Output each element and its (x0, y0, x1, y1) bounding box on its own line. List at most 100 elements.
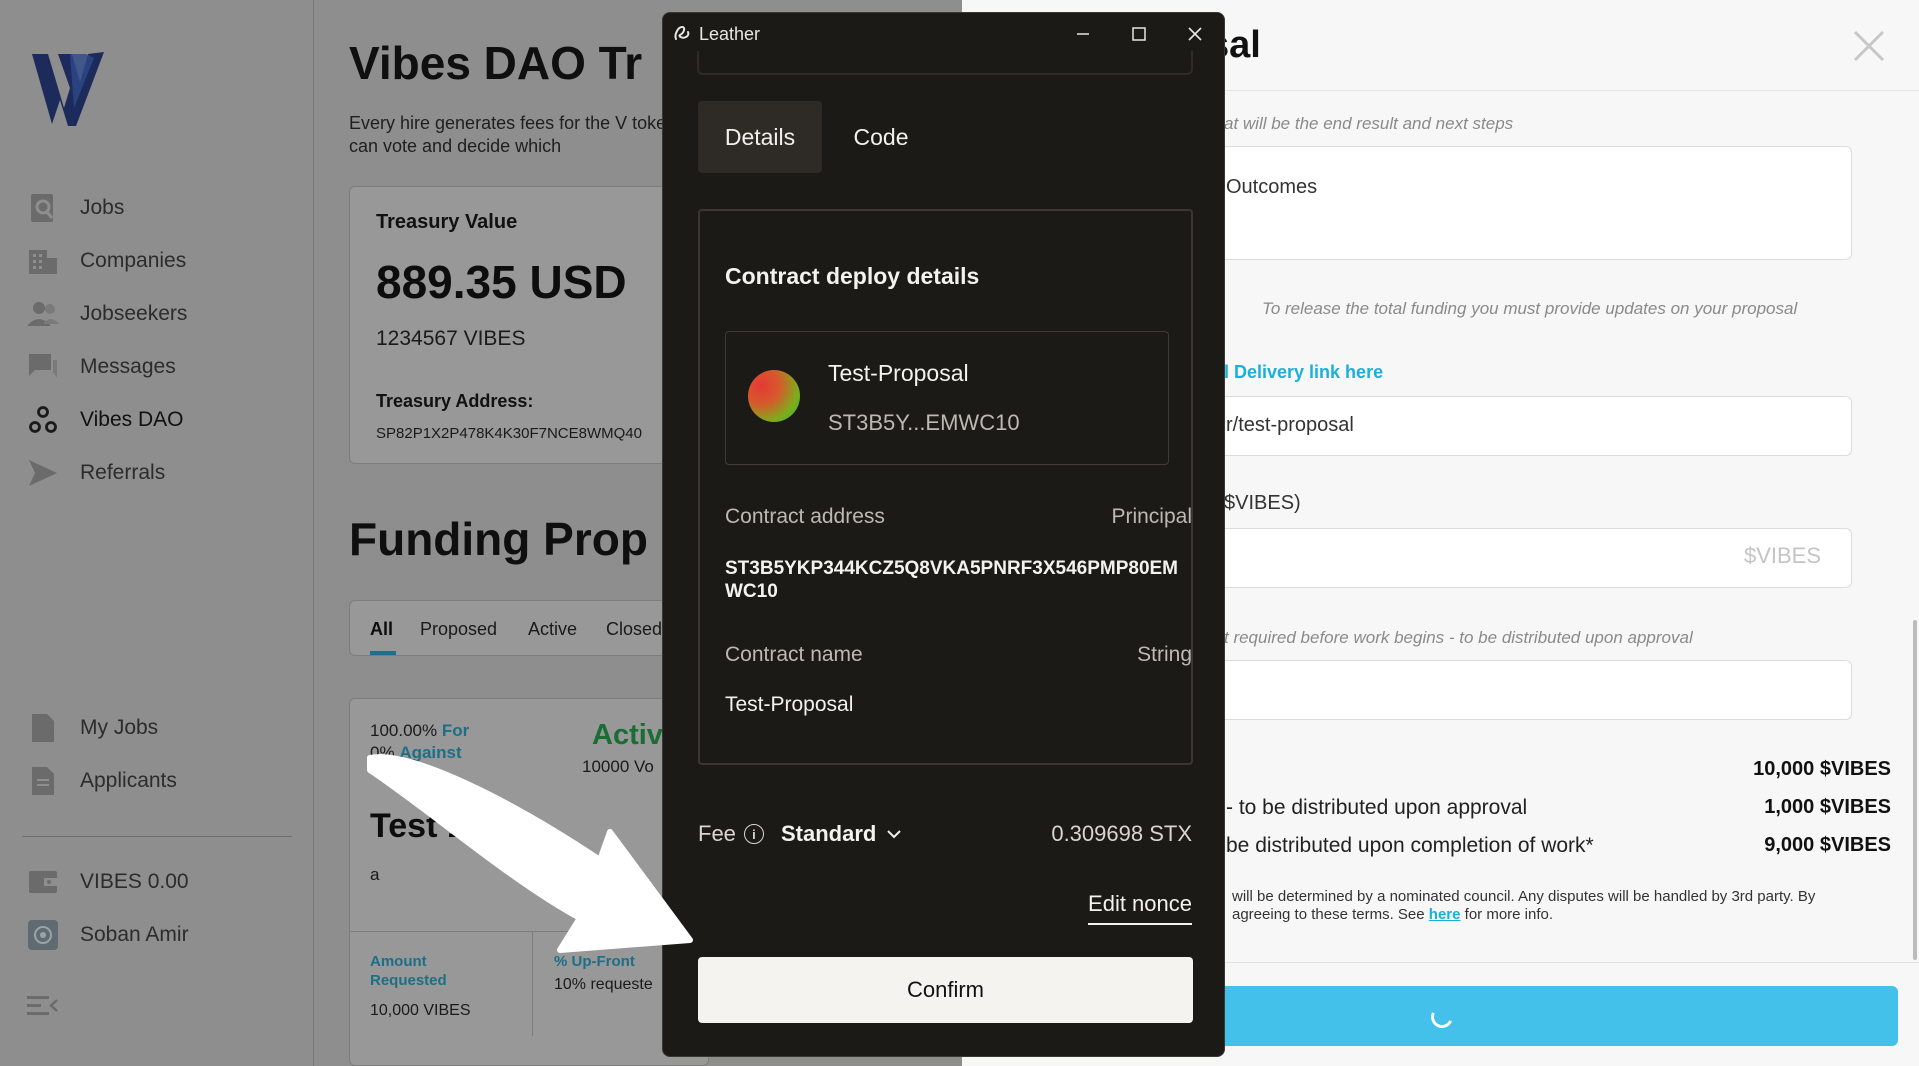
minimize-button[interactable] (1055, 13, 1111, 55)
treasury-address[interactable]: SP82P1X2P478K4K30F7NCE8WMQ40 (376, 425, 642, 442)
sidebar-item-wallet[interactable]: VIBES 0.00 (26, 860, 189, 904)
amount-placeholder: $VIBES (1743, 543, 1821, 568)
close-icon (1188, 27, 1202, 41)
sidebar-item-jobs[interactable]: Jobs (26, 186, 124, 230)
summary-completion-label: be distributed upon completion of work* (1226, 834, 1594, 857)
sidebar-item-label: Jobseekers (80, 302, 188, 325)
dao-icon (26, 403, 60, 437)
send-icon (26, 456, 60, 490)
active-tab-indicator (370, 651, 396, 655)
sidebar-item-jobseekers[interactable]: Jobseekers (26, 292, 187, 336)
terms-link[interactable]: here (1429, 906, 1461, 923)
contract-address-label: Contract address (725, 505, 885, 528)
tab-active[interactable]: Active (528, 619, 577, 640)
sidebar-item-vibes-dao[interactable]: Vibes DAO (26, 398, 184, 442)
treasury-card: Treasury Value 889.35 USD 1234567 VIBES … (349, 186, 709, 464)
scrolled-header-edge (697, 51, 1193, 75)
release-hint: To release the total funding you must pr… (1262, 299, 1798, 318)
pointer-arrow-annotation (367, 754, 693, 953)
amount-requested-value: 10,000 VIBES (370, 1002, 471, 1019)
tab-closed[interactable]: Closed (606, 619, 662, 640)
page-title: Vibes DAO Tr (349, 37, 643, 89)
tab-all[interactable]: All (370, 619, 393, 640)
confirm-button[interactable]: Confirm (698, 957, 1193, 1023)
fee-label: Fee i (698, 821, 764, 847)
close-icon[interactable] (1851, 28, 1887, 64)
fee-type-dropdown[interactable]: Standard (781, 821, 902, 847)
chat-icon (26, 350, 60, 384)
menu-collapse-icon (26, 989, 60, 1023)
collapse-sidebar-button[interactable] (26, 984, 60, 1028)
sidebar-item-label: Applicants (80, 769, 177, 792)
proposal-filter-tabs: All Proposed Active Closed (349, 600, 689, 656)
minimize-icon (1077, 33, 1089, 35)
contract-name-display: Test-Proposal (828, 360, 969, 386)
summary-completion-amount: 9,000 $VIBES (1764, 834, 1891, 856)
tab-proposed[interactable]: Proposed (420, 619, 497, 640)
contract-name-label: Contract name (725, 643, 863, 666)
page-description: Every hire generates fees for the V toke… (349, 113, 686, 156)
maximize-icon (1132, 27, 1146, 41)
search-icon (26, 191, 60, 225)
document-icon (26, 764, 60, 798)
contract-address-short: ST3B5Y...EMWC10 (828, 410, 1020, 435)
outcomes-value: Outcomes (1226, 176, 1318, 198)
window-title: Leather (699, 24, 761, 44)
sidebar-item-label: My Jobs (80, 716, 159, 739)
summary-total: 10,000 $VIBES (1753, 758, 1891, 780)
chevron-down-icon (887, 830, 902, 839)
fee-value: 0.309698 STX (1051, 821, 1192, 846)
contract-name-value: Test-Proposal (725, 693, 854, 716)
sidebar-item-referrals[interactable]: Referrals (26, 451, 165, 495)
sidebar-item-profile[interactable]: Soban Amir (26, 913, 189, 957)
wallet-balance: VIBES 0.00 (80, 870, 189, 893)
edit-nonce-link[interactable]: Edit nonce (1088, 891, 1192, 925)
window-close-button[interactable] (1167, 13, 1223, 55)
contract-address-type: Principal (1111, 505, 1192, 528)
sidebar: Jobs Companies Jobseekers Messages Vibes… (0, 0, 314, 1066)
votes-for: 100.00% For (370, 721, 470, 740)
contract-address-value: ST3B5YKP344KCZ5Q8VKA5PNRF3X546PMP80EMWC1… (725, 558, 1179, 602)
sidebar-item-label: Vibes DAO (80, 408, 184, 431)
leather-logo-icon (674, 25, 690, 40)
contract-deploy-title: Contract deploy details (725, 263, 980, 289)
users-icon (26, 297, 60, 331)
leather-wallet-window: Leather Details Code Contract deploy det… (662, 12, 1225, 1057)
sidebar-divider (22, 836, 292, 837)
amount-label: $VIBES) (1224, 492, 1301, 514)
vibes-logo[interactable] (30, 48, 106, 126)
treasury-value: 889.35 USD (376, 256, 627, 308)
sidebar-item-companies[interactable]: Companies (26, 239, 186, 283)
tab-details[interactable]: Details (698, 101, 822, 173)
contract-name-type: String (1137, 643, 1192, 666)
summary-upfront-label: - to be distributed upon approval (1226, 796, 1528, 819)
sidebar-item-messages[interactable]: Messages (26, 345, 176, 389)
summary-upfront-amount: 1,000 $VIBES (1764, 796, 1891, 818)
document-icon (26, 711, 60, 745)
contract-summary-card: Test-Proposal ST3B5Y...EMWC10 (725, 331, 1169, 465)
treasury-label: Treasury Value (376, 211, 518, 233)
contract-deploy-details-box (698, 209, 1193, 765)
info-icon[interactable]: i (743, 824, 764, 844)
contract-avatar (748, 370, 800, 422)
maximize-button[interactable] (1111, 13, 1167, 55)
sidebar-item-my-jobs[interactable]: My Jobs (26, 706, 158, 750)
tab-code[interactable]: Code (829, 101, 933, 173)
scrollbar[interactable] (1913, 620, 1917, 960)
sidebar-item-applicants[interactable]: Applicants (26, 759, 177, 803)
delivery-url-value: r/test-proposal (1226, 414, 1354, 436)
building-icon (26, 244, 60, 278)
wallet-icon (26, 865, 60, 899)
upfront-hint: t required before work begins - to be di… (1224, 628, 1693, 647)
profile-name: Soban Amir (80, 923, 189, 946)
delivery-link[interactable]: l Delivery link here (1224, 362, 1383, 383)
upfront-value: 10% requeste (554, 976, 653, 993)
section-title: Funding Prop (349, 513, 648, 565)
sidebar-item-label: Messages (80, 355, 176, 378)
treasury-address-label: Treasury Address: (376, 391, 534, 411)
sidebar-item-label: Referrals (80, 461, 166, 484)
sidebar-item-label: Jobs (80, 196, 125, 219)
window-titlebar[interactable]: Leather (663, 13, 1224, 55)
terms-text: will be determined by a nominated counci… (1232, 888, 1816, 923)
outcomes-hint: at will be the end result and next steps (1224, 114, 1514, 133)
